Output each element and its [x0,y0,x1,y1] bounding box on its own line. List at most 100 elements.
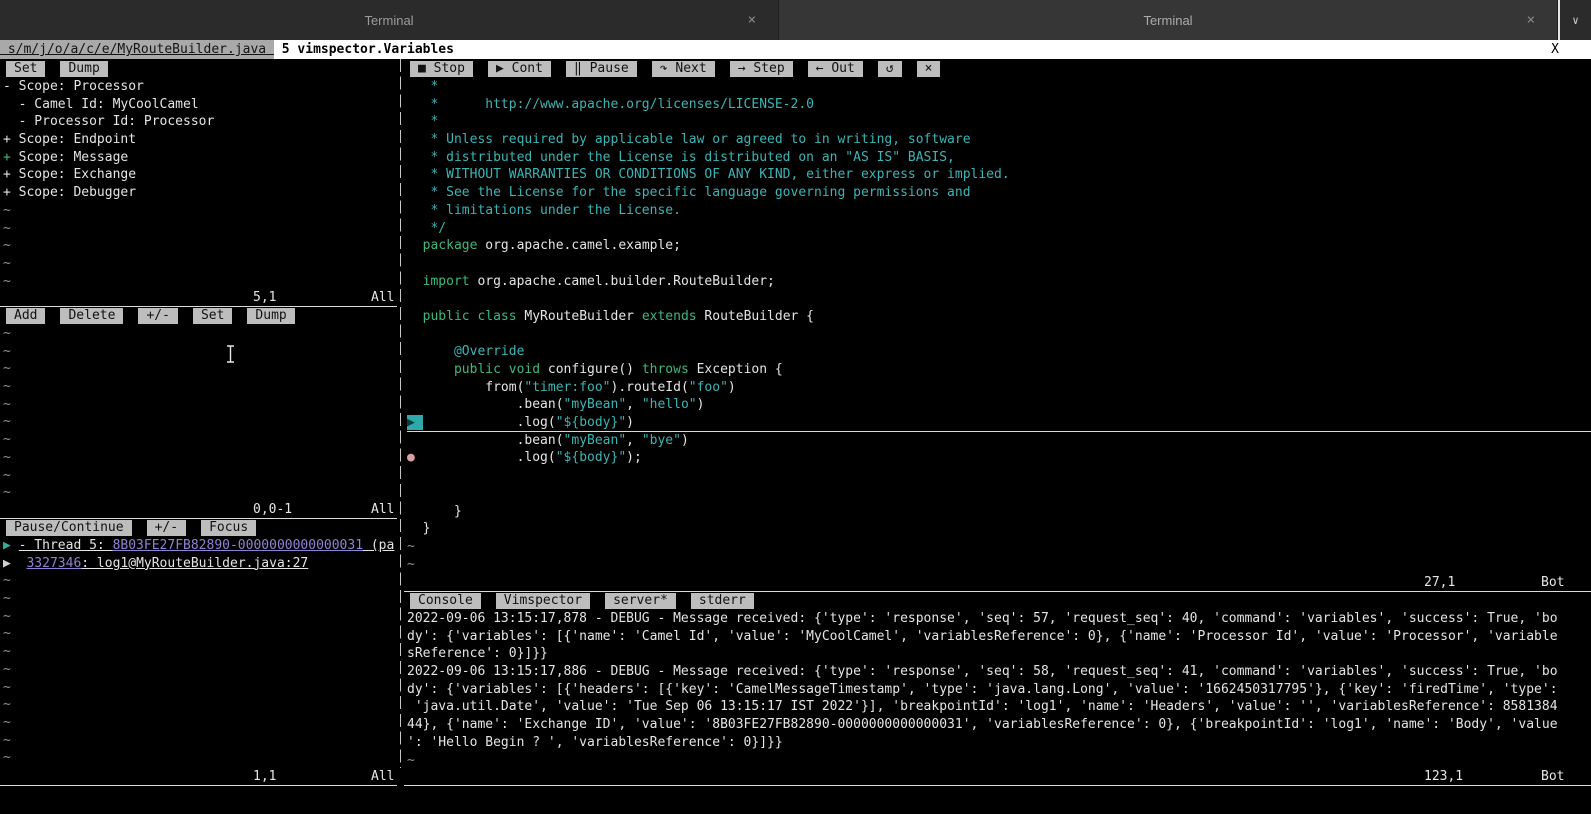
winbar-button-icon[interactable]: +/- [138,308,177,324]
variables-winbar: Set Dump [0,59,397,78]
winbar-button-focus[interactable]: Focus [201,520,256,536]
close-icon[interactable]: × [1527,12,1535,28]
buffer-line: ▶ 3327346: log1@MyRouteBuilder.java:27 [3,555,397,573]
buffer-line: ▶ - Thread 5: 8B03FE27FB82890-0000000000… [3,537,397,555]
stacktrace-statusline: vimspector.StackTrace [RO] 1,1 All [0,768,397,786]
winbar-button-stderr[interactable]: stderr [691,593,754,609]
buffer-line: 2022-09-06 13:15:17,886 - DEBUG - Messag… [407,663,1591,681]
buffer-line: * [407,113,1591,131]
buffer-line: ~ [3,431,397,449]
debug-controls-winbar: ■ Stop ▶ Cont ‖ Pause ↷ Next → Step ← Out ↺ × [404,59,1591,78]
winbar-button-dump[interactable]: Dump [247,308,294,324]
left-panel: Set Dump - Scope: Processor - Camel Id: M… [0,59,397,768]
chevron-down-icon[interactable]: ∨ [1558,0,1591,40]
buffer-line: - Scope: Processor [3,78,397,96]
buffer-line: * limitations under the License. [407,202,1591,220]
buffer-line: ~ [3,696,397,714]
buffer-line: ~ [3,484,397,502]
buffer-line: ~ [3,625,397,643]
buffer-line: 44}, {'name': 'Exchange ID', 'value': '8… [407,716,1591,734]
winbar-button-icon[interactable]: +/- [147,520,186,536]
buffer-line: ~ [3,413,397,431]
winbar-button-pause-continue[interactable]: Pause/Continue [6,520,132,536]
scroll-indicator: Bot [1541,768,1564,785]
winbar-button-set[interactable]: Set [193,308,232,324]
tab-myroutebuilder[interactable]: s/m/j/o/a/c/e/MyRouteBuilder.java [0,40,274,59]
buffer-line: } [407,520,1591,538]
buffer-line: 'java.util.Date', 'value': 'Tue Sep 06 1… [407,698,1591,716]
buffer-line: ~ [3,590,397,608]
tab-close-button[interactable]: X [1551,40,1559,59]
terminal-tab-2[interactable]: Terminal × [779,0,1558,40]
buffer-line: ~ [3,572,397,590]
buffer-line [407,255,1591,273]
buffer-line: * Unless required by applicable law or a… [407,131,1591,149]
output-statusline: _vimspector_log_Vimspector 123,1 Bot [404,768,1591,786]
buffer-line [407,290,1591,308]
winbar-button-set[interactable]: Set [6,61,45,77]
winbar-button-vimspector[interactable]: Vimspector [496,593,590,609]
tab-vimspector-variables[interactable]: 5 vimspector.Variables [274,40,462,59]
window-separator[interactable] [397,59,404,768]
variables-buffer[interactable]: - Scope: Processor - Camel Id: MyCoolCam… [0,78,397,290]
stacktrace-winbar: Pause/Continue +/- Focus [0,519,397,537]
statusline-gap [397,768,404,786]
buffer-line: ~ [407,538,1591,556]
buffer-line: ~ [3,255,397,273]
terminal-tabbar: Terminal × Terminal × ∨ [0,0,1591,40]
buffer-line: import org.apache.camel.builder.RouteBui… [407,273,1591,291]
close-icon[interactable]: × [748,12,756,28]
buffer-line: ~ [3,202,397,220]
winbar-button-icon[interactable]: ↺ [878,61,902,77]
buffer-line: ~ [407,556,1591,574]
winbar-button-dump[interactable]: Dump [60,61,107,77]
buffer-line: ': 'Hello Begin ? ', 'variablesReference… [407,734,1591,752]
vim-command-line[interactable] [0,786,1591,814]
buffer-line: public void configure() throws Exception… [407,361,1591,379]
buffer-line: from("timer:foo").routeId("foo") [407,379,1591,397]
buffer-line: dy': {'variables': [{'name': 'Camel Id',… [407,628,1591,646]
buffer-line: dy': {'variables': [{'headers': [{'key':… [407,681,1591,699]
buffer-line: * [407,78,1591,96]
stacktrace-buffer[interactable]: ▶ - Thread 5: 8B03FE27FB82890-0000000000… [0,537,397,768]
terminal-tab-1[interactable]: Terminal × [0,0,779,40]
scroll-indicator: All [371,768,394,785]
buffer-line: ~ [3,325,397,343]
winbar-button-add[interactable]: Add [6,308,45,324]
winbar-button-server[interactable]: server* [605,593,676,609]
right-panel: ■ Stop ▶ Cont ‖ Pause ↷ Next → Step ← Out ↺ × *… [404,59,1591,768]
buffer-line: - Processor Id: Processor [3,113,397,131]
winbar-button-out[interactable]: ← Out [808,61,863,77]
buffer-line: * See the License for the specific langu… [407,184,1591,202]
buffer-line: ▶ .log("${body}") [407,414,1591,432]
cursor-position: 0,0-1 [253,502,292,518]
winbar-button-stop[interactable]: ■ Stop [410,61,473,77]
buffer-line: ~ [3,679,397,697]
vim-main: Set Dump - Scope: Processor - Camel Id: M… [0,59,1591,768]
code-buffer[interactable]: * * http://www.apache.org/licenses/LICEN… [404,78,1591,574]
winbar-button-next[interactable]: ↷ Next [652,61,715,77]
scroll-indicator: All [371,502,394,518]
buffer-line: .bean("myBean", "hello") [407,396,1591,414]
buffer-line: ~ [3,273,397,290]
screen: { "terminal": { "tabs": [ {"title": "Ter… [0,0,1591,814]
buffer-line: ~ [3,467,397,485]
buffer-line: ~ [407,752,1591,769]
vim-tabline: s/m/j/o/a/c/e/MyRouteBuilder.java 5 vims… [0,40,1591,59]
output-buffer[interactable]: 2022-09-06 13:15:17,878 - DEBUG - Messag… [404,610,1591,768]
buffer-line: ● .log("${body}"); [407,449,1591,467]
statusline-name: vimspector.Variables [RO] [50,306,246,307]
winbar-button-delete[interactable]: Delete [60,308,123,324]
watches-buffer[interactable]: ~~~~~~~~~~ [0,325,397,502]
winbar-button-cont[interactable]: ▶ Cont [488,61,551,77]
output-winbar: Console Vimspector server* stderr [404,592,1591,610]
winbar-button-icon[interactable]: × [917,61,941,77]
watches-winbar: Add Delete +/- Set Dump [0,307,397,325]
buffer-line: ~ [3,360,397,378]
buffer-line: @Override [407,343,1591,361]
winbar-button-console[interactable]: Console [410,593,481,609]
winbar-button-step[interactable]: → Step [730,61,793,77]
buffer-line: sReference': 0}]}} [407,645,1591,663]
winbar-button-pause[interactable]: ‖ Pause [566,61,637,77]
buffer-line [407,467,1591,485]
